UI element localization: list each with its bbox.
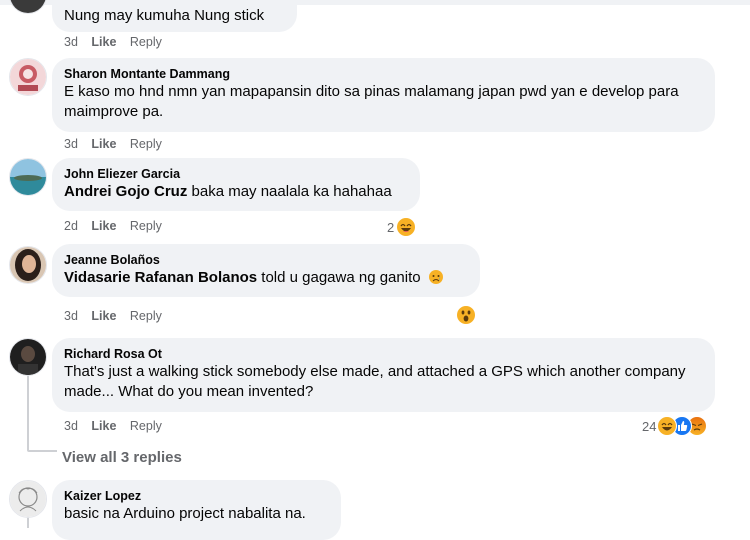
comment-text: E kaso mo hnd nmn yan mapapansin dito sa… (64, 83, 679, 120)
avatar[interactable] (9, 246, 47, 284)
comment-bubble: Richard Rosa Ot That's just a walking st… (52, 338, 715, 412)
avatar[interactable] (9, 158, 47, 196)
avatar[interactable] (9, 58, 47, 96)
haha-emoji-icon (396, 217, 417, 237)
reply-button[interactable]: Reply (130, 418, 162, 434)
reaction-summary[interactable]: 24 (642, 416, 708, 436)
timestamp[interactable]: 3d (64, 308, 78, 324)
like-button[interactable]: Like (91, 218, 116, 234)
comment-actions: 2d Like Reply (64, 218, 172, 234)
commenter-name[interactable]: Richard Rosa Ot (64, 346, 703, 362)
comment-text: basic na Arduino project nabalita na. (64, 505, 306, 522)
like-button[interactable]: Like (91, 34, 116, 50)
avatar[interactable] (9, 338, 47, 376)
timestamp[interactable]: 3d (64, 418, 78, 434)
reply-button[interactable]: Reply (130, 308, 162, 324)
mention-link[interactable]: Vidasarie Rafanan Bolanos (64, 269, 257, 286)
mention-link[interactable]: Andrei Gojo Cruz (64, 183, 187, 200)
timestamp[interactable]: 2d (64, 218, 78, 234)
wow-emoji-icon (456, 305, 476, 325)
comment-actions: 3d Like Reply (64, 136, 172, 152)
comment-bubble: Jeanne Bolaños Vidasarie Rafanan Bolanos… (52, 244, 480, 297)
like-button[interactable]: Like (91, 136, 116, 152)
like-button[interactable]: Like (91, 418, 116, 434)
commenter-name[interactable]: Sharon Montante Dammang (64, 66, 703, 82)
timestamp[interactable]: 3d (64, 34, 78, 50)
comment-text: That's just a walking stick somebody els… (64, 363, 686, 400)
commenter-name[interactable]: Jeanne Bolaños (64, 252, 468, 268)
thread-line (27, 374, 29, 450)
comment-actions: 3d Like Reply (64, 418, 172, 434)
reaction-summary[interactable]: 2 (387, 217, 417, 237)
thread-line (27, 450, 57, 452)
commenter-name[interactable]: John Eliezer Garcia (64, 166, 408, 182)
like-button[interactable]: Like (91, 308, 116, 324)
sad-emoji-icon (428, 270, 443, 284)
comment-text: Nung may kumuha Nung stick (64, 7, 265, 24)
comment-text: Andrei Gojo Cruz baka may naalala ka hah… (64, 183, 392, 200)
comment-bubble: Sharon Montante Dammang E kaso mo hnd nm… (52, 58, 715, 132)
comment-text: Vidasarie Rafanan Bolanos told u gagawa … (64, 268, 468, 288)
commenter-name[interactable]: Kaizer Lopez (64, 488, 329, 504)
comment-actions: 3d Like Reply (64, 308, 172, 324)
comment-bubble: John Eliezer Garcia Andrei Gojo Cruz bak… (52, 158, 420, 211)
reaction-count: 2 (387, 219, 395, 235)
avatar[interactable] (9, 0, 47, 14)
reply-button[interactable]: Reply (130, 136, 162, 152)
comment-bubble: Nung may kumuha Nung stick (52, 0, 297, 32)
haha-emoji-icon (657, 416, 678, 436)
reaction-count: 24 (642, 418, 657, 434)
timestamp[interactable]: 3d (64, 136, 78, 152)
reply-button[interactable]: Reply (130, 218, 162, 234)
avatar[interactable] (9, 480, 47, 518)
view-replies-link[interactable]: View all 3 replies (62, 449, 182, 466)
comment-bubble: Kaizer Lopez basic na Arduino project na… (52, 480, 341, 540)
reaction-summary[interactable] (456, 305, 476, 325)
reply-button[interactable]: Reply (130, 34, 162, 50)
comment-actions: 3d Like Reply (64, 34, 172, 50)
